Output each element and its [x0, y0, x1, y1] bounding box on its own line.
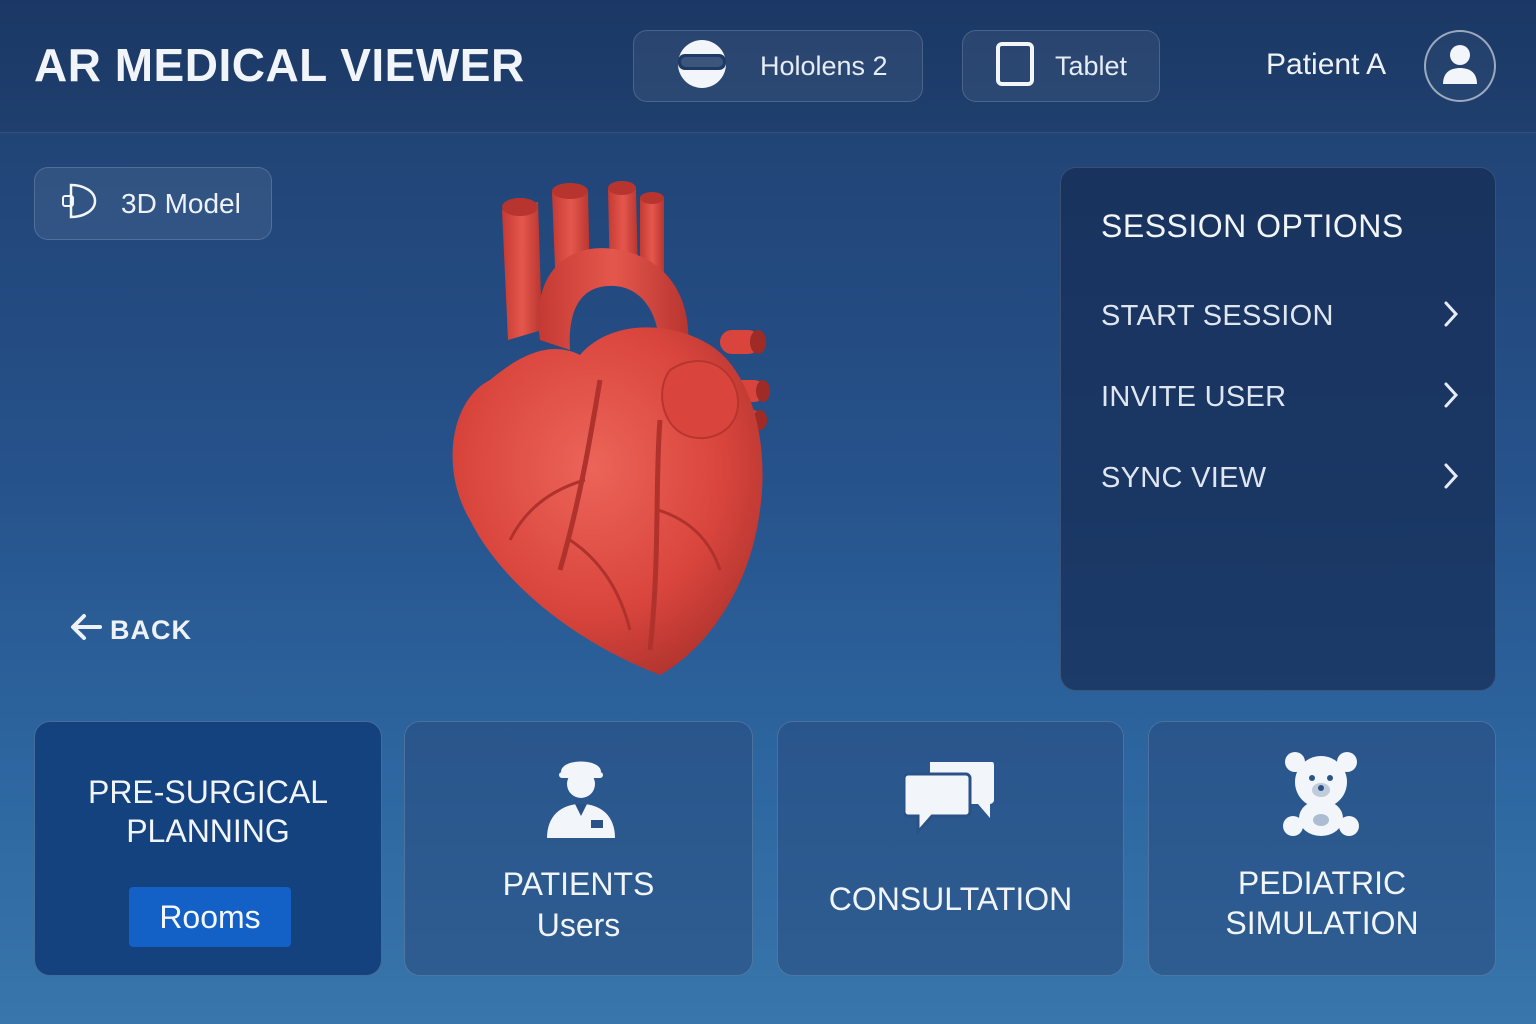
pediatric-label: PEDIATRIC: [1237, 865, 1407, 901]
tablet-label: Tablet: [1055, 50, 1128, 81]
tablet-device-button[interactable]: Tablet: [962, 30, 1160, 102]
consultation-label: CONSULTATION: [828, 881, 1073, 917]
users-label: Users: [536, 907, 621, 943]
3d-model-button[interactable]: 3D Model: [34, 167, 272, 240]
avatar[interactable]: [1424, 30, 1496, 102]
patient-name[interactable]: Patient A: [1266, 48, 1386, 82]
start-session-item[interactable]: START SESSION: [1101, 291, 1461, 341]
pediatric-simulation-tile[interactable]: PEDIATRIC SIMULATION: [1148, 721, 1496, 976]
invite-user-label: INVITE USER: [1101, 380, 1287, 413]
patients-users-tile[interactable]: PATIENTS Users: [404, 721, 753, 976]
invite-user-item[interactable]: INVITE USER: [1101, 372, 1461, 422]
session-options-panel: SESSION OPTIONS START SESSION INVITE USE…: [1060, 167, 1496, 691]
tablet-icon: [995, 41, 1035, 92]
back-button[interactable]: BACK: [68, 612, 192, 649]
sync-view-label: SYNC VIEW: [1101, 461, 1267, 494]
simulation-label: SIMULATION: [1225, 905, 1419, 941]
arrow-left-icon: [68, 612, 102, 649]
pre-surgical-line1: PRE-SURGICAL: [87, 774, 329, 810]
heart-model[interactable]: [430, 180, 790, 690]
chat-bubbles-icon: [902, 760, 996, 841]
user-icon: [1440, 42, 1480, 91]
chevron-right-icon: [1441, 380, 1461, 415]
top-bar: AR MEDICAL VIEWER Hololens 2 Tablet Pati…: [0, 0, 1536, 133]
teddy-bear-icon: [1281, 750, 1361, 843]
pre-surgical-planning-tile[interactable]: PRE-SURGICAL PLANNING Rooms: [34, 721, 382, 976]
pre-surgical-line2: PLANNING: [126, 813, 290, 849]
doctor-icon: [545, 752, 617, 845]
consultation-tile[interactable]: CONSULTATION: [777, 721, 1124, 976]
hololens-label: Hololens 2: [760, 50, 888, 81]
chevron-right-icon: [1441, 461, 1461, 496]
rooms-button[interactable]: Rooms: [129, 887, 291, 947]
vr-headset-icon: [676, 38, 728, 95]
back-label: BACK: [110, 615, 192, 645]
start-session-label: START SESSION: [1101, 299, 1334, 332]
session-options-title: SESSION OPTIONS: [1101, 208, 1404, 244]
app-title: AR MEDICAL VIEWER: [34, 39, 525, 91]
chevron-right-icon: [1441, 299, 1461, 334]
3d-model-icon: [59, 181, 99, 226]
3d-model-label: 3D Model: [121, 187, 241, 219]
patients-label: PATIENTS: [502, 866, 655, 902]
sync-view-item[interactable]: SYNC VIEW: [1101, 453, 1461, 503]
hololens-device-button[interactable]: Hololens 2: [633, 30, 923, 102]
